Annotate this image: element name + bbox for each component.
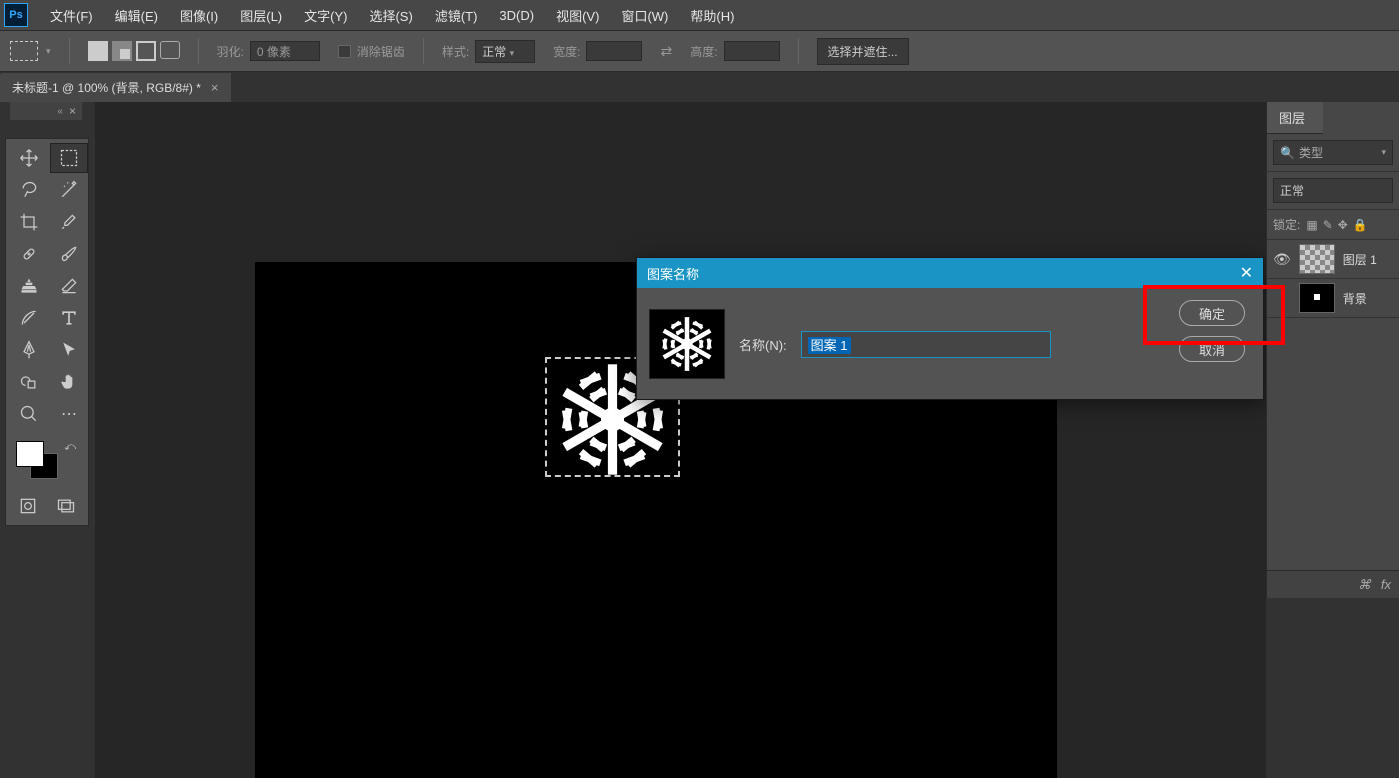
height-label: 高度: <box>690 43 717 60</box>
canvas-area[interactable] <box>95 102 1266 778</box>
type-tool[interactable] <box>50 303 88 333</box>
antialias-label: 消除锯齿 <box>357 43 405 60</box>
selection-intersect-icon[interactable] <box>160 41 180 59</box>
antialias-checkbox[interactable] <box>338 45 351 58</box>
menu-image[interactable]: 图像(I) <box>170 2 228 29</box>
eraser-tool[interactable] <box>50 271 88 301</box>
layers-panel: 图层 🔍 类型 ▾ 正常 锁定: ▦ ✎ ✥ 🔒 👁 图层 1 👁 背景 ⌘ <box>1266 102 1399 598</box>
pen-tool[interactable] <box>10 335 48 365</box>
lock-all-icon[interactable]: 🔒 <box>1353 218 1368 232</box>
edit-toolbar[interactable]: ⋯ <box>50 399 88 429</box>
options-bar: ▾ 羽化: 消除锯齿 样式: 正常 ▾ 宽度: ⇄ 高度: 选择并遮住... <box>0 30 1399 72</box>
eyedropper-tool[interactable] <box>50 207 88 237</box>
crop-tool[interactable] <box>10 207 48 237</box>
fx-icon[interactable]: fx <box>1381 577 1391 592</box>
clone-stamp-tool[interactable] <box>10 271 48 301</box>
toolbox: ⋯ ⤺ <box>5 138 89 526</box>
app-logo: Ps <box>4 3 28 27</box>
layer-row[interactable]: 👁 背景 <box>1267 279 1399 318</box>
selection-subtract-icon[interactable] <box>136 41 156 61</box>
marquee-tool[interactable] <box>50 143 88 173</box>
swap-colors-icon[interactable]: ⤺ <box>64 441 76 454</box>
close-tab-icon[interactable]: × <box>211 80 219 95</box>
menu-bar: Ps 文件(F) 编辑(E) 图像(I) 图层(L) 文字(Y) 选择(S) 滤… <box>0 0 1399 30</box>
lock-paint-icon[interactable]: ✎ <box>1323 218 1333 232</box>
menu-file[interactable]: 文件(F) <box>40 2 103 29</box>
menu-type[interactable]: 文字(Y) <box>294 2 357 29</box>
move-tool[interactable] <box>10 143 48 173</box>
healing-tool[interactable] <box>10 239 48 269</box>
layers-panel-footer: ⌘ fx <box>1267 570 1399 598</box>
menu-3d[interactable]: 3D(D) <box>489 4 544 27</box>
layer-thumbnail[interactable] <box>1299 244 1335 274</box>
feather-input[interactable] <box>250 41 320 61</box>
layers-panel-tab[interactable]: 图层 <box>1267 102 1323 134</box>
feather-label: 羽化: <box>217 43 244 60</box>
ok-button[interactable]: 确定 <box>1179 300 1245 326</box>
swap-wh-icon[interactable]: ⇄ <box>660 43 672 60</box>
lock-label: 锁定: <box>1273 216 1300 233</box>
width-label: 宽度: <box>553 43 580 60</box>
dialog-title-bar[interactable]: 图案名称 ✕ <box>637 258 1263 288</box>
visibility-icon[interactable]: 👁 <box>1273 251 1291 268</box>
select-and-mask-button[interactable]: 选择并遮住... <box>817 38 909 65</box>
menu-help[interactable]: 帮助(H) <box>680 2 744 29</box>
layer-name[interactable]: 背景 <box>1343 290 1367 307</box>
dialog-title: 图案名称 <box>647 264 699 283</box>
document-tab-bar: 未标题-1 @ 100% (背景, RGB/8#) * × <box>0 72 1399 102</box>
lock-pixels-icon[interactable]: ▦ <box>1306 218 1317 232</box>
selection-new-icon[interactable] <box>88 41 108 61</box>
document-tab[interactable]: 未标题-1 @ 100% (背景, RGB/8#) * × <box>0 73 231 102</box>
selection-add-icon[interactable] <box>112 41 132 61</box>
lock-position-icon[interactable]: ✥ <box>1338 218 1348 232</box>
height-input[interactable] <box>724 41 780 61</box>
magic-wand-tool[interactable] <box>50 175 88 205</box>
menu-view[interactable]: 视图(V) <box>546 2 609 29</box>
layer-name[interactable]: 图层 1 <box>1343 251 1377 268</box>
layer-thumbnail[interactable] <box>1299 283 1335 313</box>
hand-tool[interactable] <box>50 367 88 397</box>
collapse-close-icon[interactable]: × <box>69 104 76 118</box>
menu-select[interactable]: 选择(S) <box>359 2 422 29</box>
menu-filter[interactable]: 滤镜(T) <box>425 2 488 29</box>
lasso-tool[interactable] <box>10 175 48 205</box>
pattern-name-input[interactable]: 图案 1 <box>801 331 1051 358</box>
cancel-button[interactable]: 取消 <box>1179 336 1245 362</box>
shape-tool[interactable] <box>10 367 48 397</box>
layer-row[interactable]: 👁 图层 1 <box>1267 240 1399 279</box>
search-icon: 🔍 <box>1280 146 1295 160</box>
dialog-close-icon[interactable]: ✕ <box>1240 263 1253 283</box>
brush-tool[interactable] <box>50 239 88 269</box>
gradient-tool[interactable] <box>10 303 48 333</box>
layer-kind-filter[interactable]: 🔍 类型 ▾ <box>1273 140 1393 165</box>
tool-preset-icon[interactable] <box>10 41 38 61</box>
name-field-label: 名称(N): <box>739 335 787 354</box>
blend-mode-select[interactable]: 正常 <box>1273 178 1393 203</box>
tool-preset-dropdown[interactable]: ▾ <box>46 46 51 57</box>
zoom-tool[interactable] <box>10 399 48 429</box>
color-swatches: ⤺ <box>10 441 84 487</box>
foreground-color[interactable] <box>16 441 44 467</box>
pattern-preview <box>649 309 725 379</box>
style-select[interactable]: 正常 ▾ <box>475 40 535 63</box>
pattern-name-dialog: 图案名称 ✕ 名称(N): 图案 1 确定 取消 <box>636 257 1264 400</box>
menu-layer[interactable]: 图层(L) <box>230 2 292 29</box>
collapse-chevron-icon[interactable]: « <box>57 106 63 117</box>
link-layers-icon[interactable]: ⌘ <box>1358 577 1371 593</box>
menu-window[interactable]: 窗口(W) <box>611 2 678 29</box>
document-tab-title: 未标题-1 @ 100% (背景, RGB/8#) * <box>12 79 201 96</box>
menu-edit[interactable]: 编辑(E) <box>105 2 168 29</box>
quick-mask-tool[interactable] <box>10 491 46 521</box>
path-select-tool[interactable] <box>50 335 88 365</box>
width-input[interactable] <box>586 41 642 61</box>
collapsed-panel[interactable]: « × <box>10 102 82 120</box>
screen-mode-tool[interactable] <box>48 491 84 521</box>
style-label: 样式: <box>442 43 469 60</box>
